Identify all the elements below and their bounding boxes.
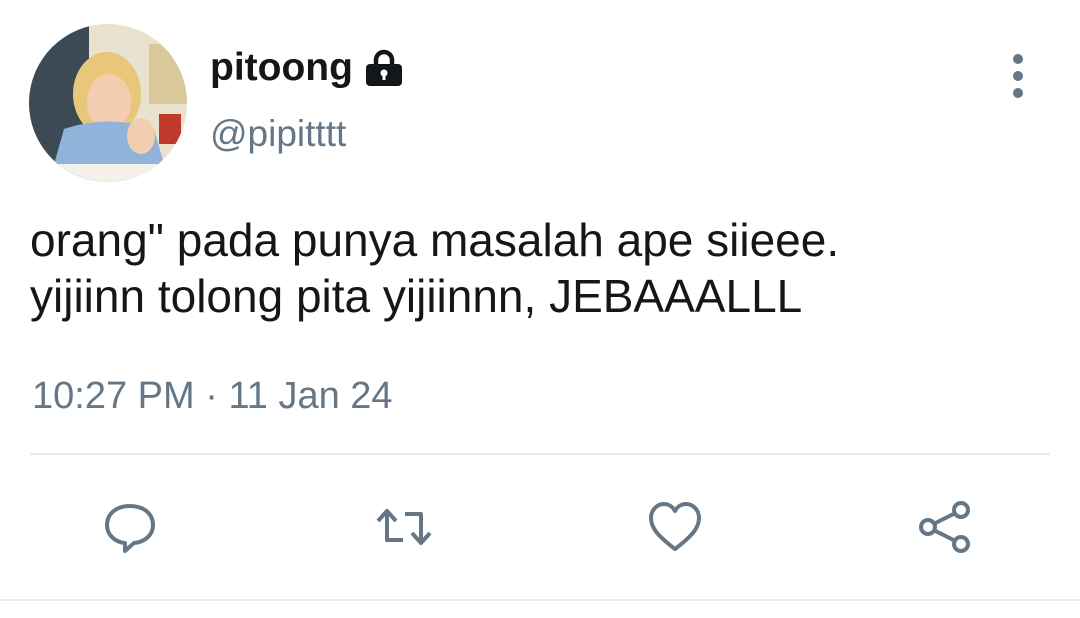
timestamp-separator: · <box>205 375 218 417</box>
more-vertical-icon <box>1013 88 1023 98</box>
lock-icon <box>363 47 405 89</box>
more-vertical-icon <box>1013 54 1023 64</box>
tweet-date: 11 Jan 24 <box>228 375 393 417</box>
reply-icon <box>105 504 155 553</box>
profile-header: pitoong <box>210 46 405 90</box>
share-icon <box>919 501 970 553</box>
heart-icon <box>649 502 701 551</box>
retweet-button[interactable] <box>372 495 436 559</box>
reply-button[interactable] <box>98 495 162 559</box>
display-name[interactable]: pitoong <box>210 46 353 90</box>
tweet-timestamp[interactable]: 10:27 PM · 11 Jan 24 <box>32 373 393 419</box>
share-button[interactable] <box>913 495 977 559</box>
more-options-button[interactable] <box>996 50 1040 102</box>
tweet-time: 10:27 PM <box>32 375 195 417</box>
tweet-text: orang" pada punya masalah ape siieee. yi… <box>30 214 840 322</box>
divider <box>0 599 1080 601</box>
user-handle[interactable]: @pipitttt <box>210 112 346 156</box>
divider <box>30 453 1050 455</box>
like-button[interactable] <box>643 495 707 559</box>
more-vertical-icon <box>1013 71 1023 81</box>
avatar[interactable] <box>29 24 187 182</box>
retweet-icon <box>376 509 432 545</box>
avatar-image <box>29 24 187 182</box>
